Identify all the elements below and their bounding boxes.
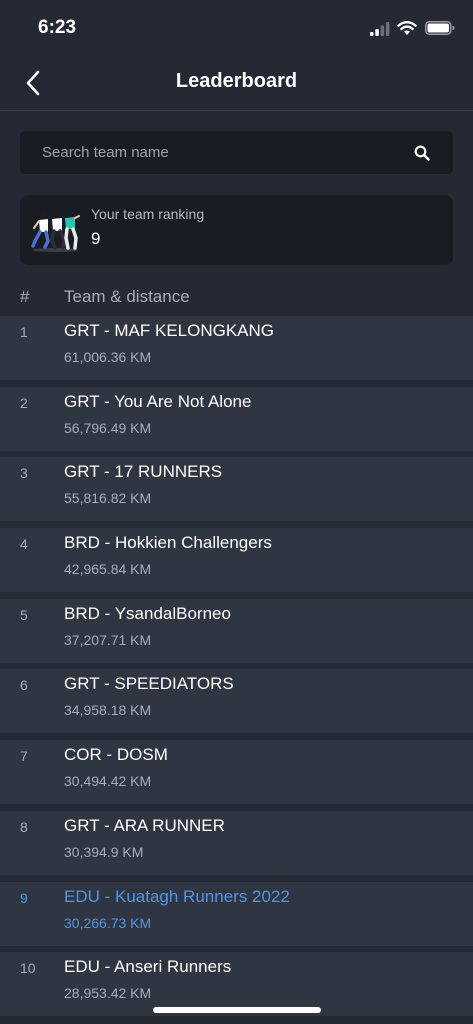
row-team-name: GRT - ARA RUNNER xyxy=(64,815,225,835)
leaderboard-row[interactable]: 1 GRT - MAF KELONGKANG 61,006.36 KM xyxy=(0,316,473,380)
leaderboard-list: 1 GRT - MAF KELONGKANG 61,006.36 KM 2 GR… xyxy=(0,316,473,1023)
row-distance: 61,006.36 KM xyxy=(64,349,152,365)
leaderboard-row-own-team[interactable]: 9 EDU - Kuatagh Runners 2022 30,266.73 K… xyxy=(0,881,473,946)
team-ranking-label: Your team ranking xyxy=(91,206,205,222)
row-rank: 3 xyxy=(20,465,28,482)
row-distance: 34,958.18 KM xyxy=(64,702,152,719)
row-rank: 1 xyxy=(20,324,28,340)
search-icon[interactable] xyxy=(413,144,431,162)
battery-icon xyxy=(425,21,455,35)
leaderboard-row[interactable]: 3 GRT - 17 RUNNERS 55,816.82 KM xyxy=(0,457,473,522)
wifi-icon xyxy=(397,21,417,35)
row-distance: 42,965.84 KM xyxy=(64,561,152,578)
row-distance: 30,266.73 KM xyxy=(64,914,152,931)
row-distance: 30,494.42 KM xyxy=(64,773,152,790)
leaderboard-row[interactable]: 7 COR - DOSM 30,494.42 KM xyxy=(0,740,473,805)
row-team-name: GRT - MAF KELONGKANG xyxy=(64,321,275,340)
page-title: Leaderboard xyxy=(175,70,298,92)
team-ranking-value: 9 xyxy=(91,229,101,248)
leaderboard-row[interactable]: 4 BRD - Hokkien Challengers 42,965.84 KM xyxy=(0,528,473,593)
leaderboard-row[interactable]: 6 GRT - SPEEDIATORS 34,958.18 KM xyxy=(0,669,473,734)
cellular-signal-icon xyxy=(370,22,390,36)
row-rank: 7 xyxy=(20,748,28,765)
row-distance: 56,796.49 KM xyxy=(64,419,152,436)
row-team-name: EDU - Anseri Runners xyxy=(64,957,232,977)
leaderboard-row[interactable]: 5 BRD - YsandalBorneo 37,207.71 KM xyxy=(0,598,473,663)
leaderboard-row[interactable]: 2 GRT - You Are Not Alone 56,796.49 KM xyxy=(0,386,473,451)
row-rank: 10 xyxy=(20,960,36,977)
row-distance: 37,207.71 KM xyxy=(64,631,152,648)
rank-column-header: # xyxy=(20,287,30,306)
table-header: # Team & distance xyxy=(0,283,473,311)
search-bar xyxy=(20,131,453,174)
row-team-name: GRT - 17 RUNNERS xyxy=(64,462,223,482)
row-distance: 30,394.9 KM xyxy=(64,843,144,860)
row-team-name: COR - DOSM xyxy=(64,745,168,765)
row-rank: 2 xyxy=(20,394,28,411)
row-distance: 28,953.42 KM xyxy=(64,985,152,1002)
row-team-name: GRT - SPEEDIATORS xyxy=(64,674,234,694)
row-team-name: BRD - YsandalBorneo xyxy=(64,603,231,623)
row-rank: 6 xyxy=(20,677,28,694)
row-distance: 55,816.82 KM xyxy=(64,490,152,507)
row-rank: 5 xyxy=(20,606,28,623)
navigation-bar: Leaderboard xyxy=(0,58,473,111)
home-indicator[interactable] xyxy=(153,1007,321,1013)
row-rank: 4 xyxy=(20,536,28,553)
search-input[interactable] xyxy=(20,131,400,174)
status-time: 6:23 xyxy=(38,17,77,38)
team-ranking-card: Your team ranking 9 xyxy=(20,195,453,265)
runners-illustration xyxy=(31,209,80,252)
row-team-name: EDU - Kuatagh Runners 2022 xyxy=(64,886,290,906)
status-bar: 6:23 xyxy=(0,0,473,58)
row-rank: 9 xyxy=(20,889,28,906)
leaderboard-row[interactable]: 8 GRT - ARA RUNNER 30,394.9 KM xyxy=(0,810,473,875)
row-team-name: GRT - You Are Not Alone xyxy=(64,391,252,411)
row-team-name: BRD - Hokkien Challengers xyxy=(64,533,272,553)
team-column-header: Team & distance xyxy=(64,287,190,306)
row-rank: 8 xyxy=(20,818,28,835)
